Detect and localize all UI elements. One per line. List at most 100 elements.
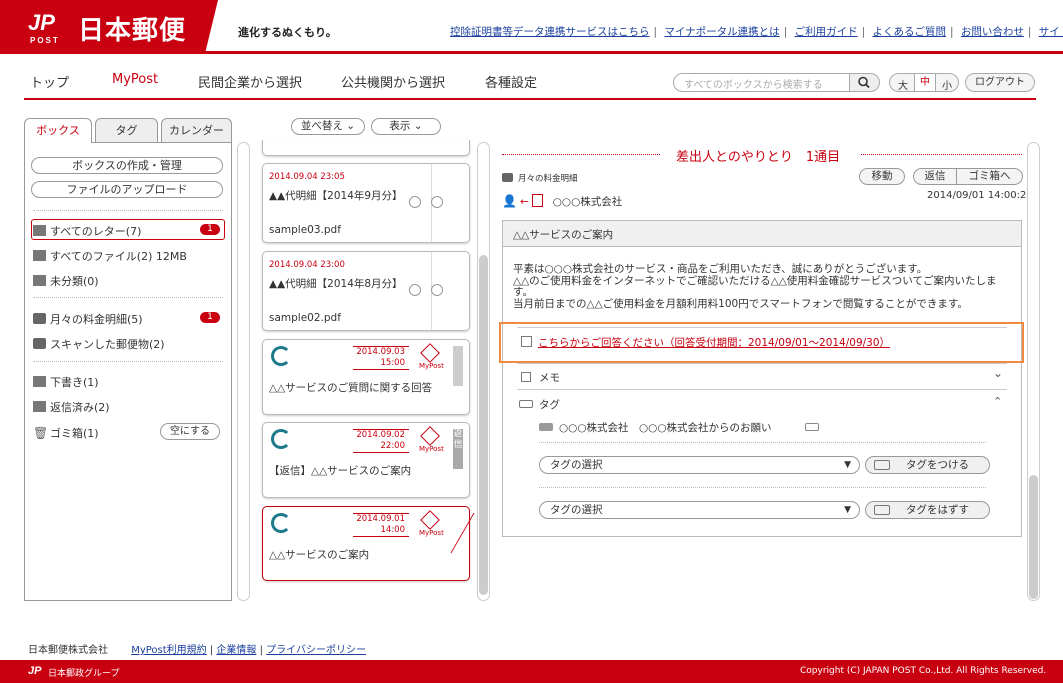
divider [33, 361, 223, 362]
tab-box[interactable]: ボックス [24, 118, 92, 143]
card-date-day: 2014.09.02 [356, 430, 405, 440]
upload-file-button[interactable]: ファイルのアップロード [31, 181, 223, 198]
left-scrollbar[interactable] [237, 142, 250, 601]
folder-icon [33, 401, 46, 412]
jp-group-logo: JP [28, 665, 42, 677]
font-large[interactable]: 大 [898, 77, 908, 92]
font-medium[interactable]: 中 [914, 74, 936, 91]
nav-settings[interactable]: 各種設定 [485, 72, 537, 91]
link-terms[interactable]: MyPost利用規約 [131, 645, 206, 656]
card-file: sample02.pdf [269, 312, 341, 324]
mypost-label: MyPost [419, 445, 444, 453]
view-label: 表示 [389, 120, 411, 132]
reply-button[interactable]: 返信 [913, 168, 957, 185]
chevron-down-icon: ⌄ [346, 120, 356, 132]
nav-top[interactable]: トップ [30, 72, 69, 91]
sender-logo-icon [271, 346, 291, 366]
all-files-label: すべてのファイル(2) 12MB [50, 250, 187, 263]
unread-badge: 1 [200, 224, 220, 235]
drafts-row[interactable]: 下書き(1) [33, 374, 99, 390]
link-faq[interactable]: よくあるご質問 [872, 26, 946, 38]
copyright: Copyright (C) JAPAN POST Co.,Ltd. All Ri… [800, 666, 1047, 676]
sender-row: 👤 ← ○○○株式会社 [502, 194, 622, 209]
list-item[interactable] [262, 140, 470, 156]
all-files-row[interactable]: すべてのファイル(2) 12MB [33, 248, 187, 264]
card-date-day: 2014.09.03 [356, 347, 405, 357]
list-item[interactable]: 2014.09.04 23:05 ▲▲代明細【2014年9月分】 sample0… [262, 163, 470, 243]
logout-button[interactable]: ログアウト [965, 73, 1035, 92]
scanned-row[interactable]: スキャンした郵便物(2) [33, 336, 165, 352]
nav-public[interactable]: 公共機関から選択 [341, 72, 445, 91]
tag-item[interactable]: ○○○株式会社 [559, 422, 629, 434]
tag-label: タグ [539, 399, 560, 411]
mypost-label: MyPost [419, 529, 444, 537]
middle-scrollbar[interactable] [477, 142, 490, 601]
move-button[interactable]: 移動 [859, 168, 905, 185]
tag-remove-icon [874, 505, 890, 515]
link-privacy[interactable]: プライバシーポリシー [266, 645, 366, 656]
font-small[interactable]: 小 [942, 77, 952, 92]
tab-calendar[interactable]: カレンダー [161, 118, 232, 142]
card-title: ▲▲代明細【2014年9月分】 [269, 190, 403, 202]
create-box-button[interactable]: ボックスの作成・管理 [31, 157, 223, 174]
unread-badge: 1 [200, 312, 220, 323]
nav-private[interactable]: 民間企業から選択 [198, 72, 302, 91]
reply-link[interactable]: こちらからご回答ください（回答受付期間：2014/09/01〜2014/09/3… [538, 335, 890, 350]
search-input[interactable]: すべてのボックスから検索する [673, 73, 850, 92]
sort-button[interactable]: 並べ替え ⌄ [291, 118, 365, 135]
tag-list: ○○○株式会社 ○○○株式会社からのお願い [539, 420, 819, 435]
logo-sub: POST [30, 36, 60, 45]
replied-row[interactable]: 返信済み(2) [33, 399, 110, 415]
all-letters-row[interactable]: すべてのレター(7) [33, 223, 141, 239]
trash-row[interactable]: 🗑 ゴミ箱(1) [33, 425, 99, 441]
tag-select[interactable]: タグの選択 ▼ [539, 456, 860, 474]
tag-select[interactable]: タグの選択 ▼ [539, 501, 860, 519]
card-date: 2014.09.03 15:00 [353, 346, 409, 370]
tag-item[interactable]: ○○○株式会社からのお願い [639, 422, 772, 434]
trash-icon: 🗑 [33, 426, 49, 440]
trash-button[interactable]: ゴミ箱へ [956, 168, 1023, 185]
mypost-icon: MyPost [419, 426, 444, 453]
replied-label: 返信済み(2) [50, 401, 110, 414]
tab-tag[interactable]: タグ [95, 118, 158, 142]
replied-badge: 返信 [453, 429, 463, 469]
nav-mypost[interactable]: MyPost [112, 72, 158, 87]
empty-trash-button[interactable]: 空にする [160, 423, 220, 440]
attach-tag-button[interactable]: タグをつける [865, 456, 990, 474]
scanned-label: スキャンした郵便物(2) [50, 338, 165, 351]
memo-section[interactable]: メモ [521, 370, 560, 385]
link-deduction-data[interactable]: 控除証明書等データ連携サービスはこちら [450, 26, 650, 38]
body-line: 当月前日までの△△ご使用料金を月額利用料100円でスマートフォンで閲覧することが… [513, 297, 968, 310]
right-scrollbar[interactable] [1027, 142, 1040, 601]
card-date: 2014.09.01 14:00 [353, 513, 409, 537]
link-sitemap[interactable]: サイトマップ [1039, 26, 1063, 38]
tag-select-value: タグの選択 [550, 504, 603, 516]
list-item[interactable]: 2014.09.04 23:00 ▲▲代明細【2014年8月分】 sample0… [262, 251, 470, 331]
sort-label: 並べ替え [300, 120, 343, 132]
link-guide[interactable]: ご利用ガイド [795, 26, 858, 38]
body-line: 平素は○○○株式会社のサービス・商品をご利用いただき、誠にありがとうございます。 [513, 263, 928, 275]
chevron-up-icon[interactable]: ⌃ [993, 395, 1002, 408]
view-button[interactable]: 表示 ⌄ [371, 118, 441, 135]
tag-section[interactable]: タグ [519, 397, 560, 412]
mypost-icon: MyPost [419, 343, 444, 370]
chevron-down-icon[interactable]: ⌄ [993, 366, 1003, 380]
box-name: 月々の料金明細 [518, 174, 578, 184]
list-item[interactable]: 2014.09.02 22:00 MyPost 返信 【返信】△△サービスのご案内 [262, 422, 470, 498]
unclassified-row[interactable]: 未分類(0) [33, 273, 99, 289]
card-date-time: 22:00 [380, 441, 406, 451]
search-button[interactable] [849, 73, 880, 92]
monthly-bill-row[interactable]: 月々の料金明細(5) [33, 311, 143, 327]
list-item-selected[interactable]: 2014.09.01 14:00 MyPost △△サービスのご案内 [262, 506, 475, 581]
logo-name[interactable]: 日本郵便 [78, 10, 186, 47]
link-company-info[interactable]: 企業情報 [216, 645, 256, 656]
remove-tag-button[interactable]: タグをはずす [865, 501, 990, 519]
card-title: ▲▲代明細【2014年8月分】 [269, 278, 403, 290]
list-item[interactable]: 2014.09.03 15:00 MyPost △△サービスのご質問に関する回答 [262, 339, 470, 415]
all-letters-label: すべてのレター(7) [50, 225, 142, 238]
link-contact[interactable]: お問い合わせ [961, 26, 1024, 38]
link-mynaportal[interactable]: マイナポータル連携とは [664, 26, 779, 38]
message-datetime: 2014/09/01 14:00:20 [927, 190, 1033, 201]
memo-icon [521, 372, 531, 382]
card-date: 2014.09.02 22:00 [353, 429, 409, 453]
